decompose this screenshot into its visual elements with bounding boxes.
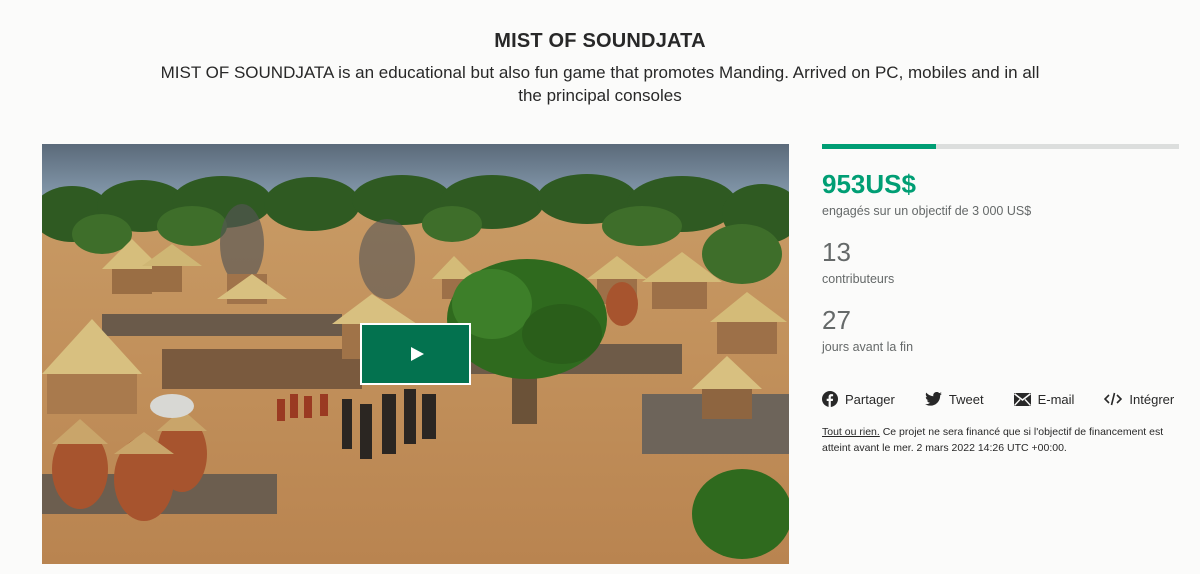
share-twitter-button[interactable]: Tweet — [924, 391, 984, 407]
project-video[interactable] — [42, 144, 789, 564]
share-bar: Partager Tweet E-mail Intégrer — [822, 389, 1182, 409]
pledged-amount: 953US$ — [822, 169, 916, 199]
project-title: MIST OF SOUNDJATA — [494, 30, 706, 52]
share-email-label: E-mail — [1037, 391, 1075, 407]
embed-label: Intégrer — [1129, 391, 1175, 407]
pledged-goal-label: engagés sur un objectif de 3 000 US$ — [822, 204, 1032, 218]
share-twitter-label: Tweet — [948, 391, 984, 407]
share-facebook-label: Partager — [845, 391, 895, 407]
embed-button[interactable]: Intégrer — [1104, 392, 1174, 407]
play-button[interactable] — [360, 323, 471, 385]
backers-count: 13 — [822, 237, 851, 267]
play-icon — [410, 347, 424, 361]
backers-label: contributeurs — [822, 272, 895, 286]
funding-progress-fill — [822, 144, 937, 149]
funding-panel: 953US$ engagés sur un objectif de 3 000 … — [822, 144, 1179, 354]
code-embed-icon — [1104, 392, 1123, 406]
days-left-count: 27 — [822, 305, 851, 335]
funding-progress-bar — [822, 144, 1179, 149]
share-email-button[interactable]: E-mail — [1013, 391, 1075, 407]
email-icon — [1013, 392, 1031, 406]
twitter-icon — [924, 392, 942, 406]
days-left-label: jours avant la fin — [822, 340, 914, 354]
all-or-nothing-notice: Tout ou rien. Ce projet ne sera financé … — [822, 424, 1182, 456]
project-blurb: MIST OF SOUNDJATA is an educational but … — [160, 63, 1040, 105]
share-facebook-button[interactable]: Partager — [822, 391, 895, 407]
facebook-icon — [822, 391, 838, 407]
all-or-nothing-link[interactable]: Tout ou rien. — [822, 426, 880, 438]
